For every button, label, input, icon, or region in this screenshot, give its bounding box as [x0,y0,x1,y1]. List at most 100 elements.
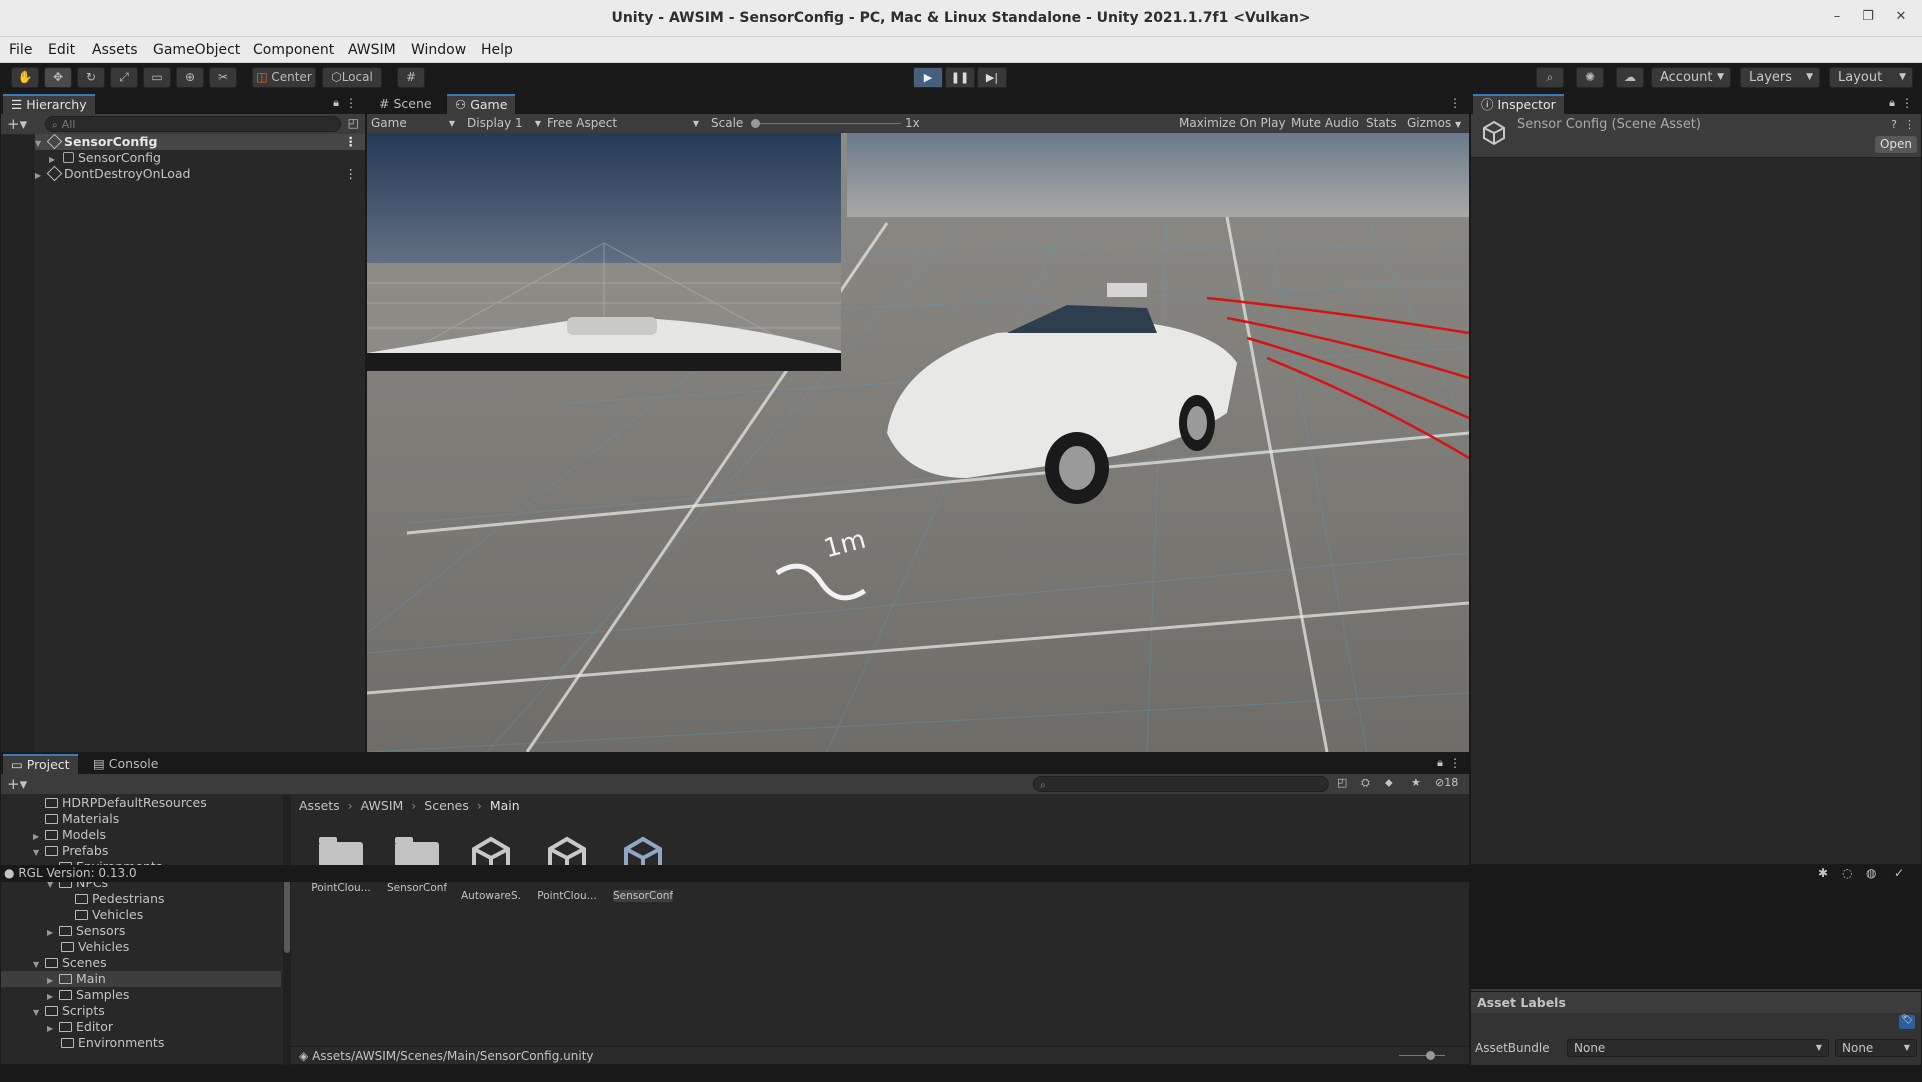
minimize-button[interactable]: – [1827,9,1847,27]
menu-file[interactable]: File [9,42,32,58]
pivot-local-button[interactable]: ⬡Local [322,67,382,88]
tree-item[interactable]: ▶ Sensors [47,923,125,939]
rotate-tool-icon[interactable]: ↻ [77,67,105,88]
tree-item[interactable]: Pedestrians [75,891,165,907]
asset-item[interactable]: SensorConf... [387,834,447,894]
scale-slider-handle[interactable] [751,119,760,128]
tree-item[interactable]: ▶ Models [33,827,106,843]
more-icon[interactable]: ⋮ [1901,96,1913,110]
tree-item[interactable]: Materials [45,811,119,827]
more-icon[interactable]: ⋮ [345,166,358,182]
scene-visibility-icon[interactable]: ◰ [348,116,359,130]
snap-grid-icon[interactable]: # [397,67,425,88]
step-button[interactable]: ▶| [977,67,1007,88]
breadcrumb-scenes[interactable]: Scenes [424,798,469,813]
maximize-on-play-toggle[interactable]: Maximize On Play [1179,114,1286,133]
assetbundle-variant-dropdown[interactable]: None ▼ [1835,1039,1917,1057]
tree-item[interactable]: Environments [61,1035,164,1051]
auto-generate-lighting-icon[interactable]: ◍ [1866,865,1876,882]
breadcrumb-main[interactable]: Main [490,798,520,813]
mute-audio-toggle[interactable]: Mute Audio [1291,114,1359,133]
game-render-viewport[interactable]: 1m [367,133,1469,752]
lock-icon[interactable]: 🔒︎ [1437,756,1443,770]
tree-item-selected[interactable]: ▶ Main [1,971,281,987]
tree-item[interactable]: HDRPDefaultResources [45,795,207,811]
tree-item[interactable]: ▶ Editor [47,1019,113,1035]
more-icon[interactable]: ⋮ [345,134,358,150]
breadcrumb-awsim[interactable]: AWSIM [361,798,404,813]
tree-item[interactable]: Vehicles [75,907,143,923]
more-icon[interactable]: ⋮ [345,96,357,110]
add-icon[interactable]: +▾ [7,115,27,133]
tab-scene[interactable]: # Scene [371,94,440,114]
pivot-center-button[interactable]: ◫ Center [252,67,316,88]
debug-icon[interactable]: ✱ [1818,865,1828,882]
more-icon[interactable]: ⋮ [1904,118,1915,131]
stats-toggle[interactable]: Stats [1366,114,1397,133]
move-tool-icon[interactable]: ✥ [44,67,72,88]
assetbundle-dropdown[interactable]: None ▼ [1567,1039,1829,1057]
hidden-packages-toggle[interactable]: ⊘18 [1435,776,1458,789]
lock-icon[interactable]: 🔒︎ [333,96,339,110]
scale-slider[interactable] [753,123,901,124]
tree-item[interactable]: ▼ Prefabs [33,843,108,859]
menu-awsim[interactable]: AWSIM [348,42,396,58]
icon-size-slider-handle[interactable] [1426,1051,1435,1060]
tree-item[interactable]: ▶ Samples [47,987,129,1003]
check-icon[interactable]: ✓ [1894,865,1904,882]
game-mode-dropdown[interactable]: Game ▼ [371,114,459,133]
tree-item[interactable]: ▼ Scenes [33,955,107,971]
rect-tool-icon[interactable]: ▭ [143,67,171,88]
close-button[interactable]: ✕ [1891,9,1911,27]
progress-icon[interactable]: ◌ [1842,865,1852,882]
tab-hierarchy[interactable]: ☰ Hierarchy [3,94,95,114]
tree-item[interactable]: Vehicles [61,939,129,955]
help-icon[interactable]: ? [1891,118,1897,131]
menu-window[interactable]: Window [411,42,466,58]
more-icon[interactable]: ⋮ [1449,96,1461,110]
account-dropdown[interactable]: Account ▼ [1651,67,1731,88]
hierarchy-item-dontdestroy[interactable]: ▶ DontDestroyOnLoad ⋮ [35,165,365,182]
hierarchy-item-scene[interactable]: ▼ SensorConfig ⋮ [35,133,365,150]
tree-scrollbar-thumb[interactable] [284,873,290,953]
lock-icon[interactable]: 🔒︎ [1889,96,1895,110]
tree-scrollbar[interactable] [283,795,291,1065]
icon-size-slider[interactable] [1399,1055,1445,1056]
tab-project[interactable]: ▭ Project [3,754,78,774]
menu-help[interactable]: Help [481,42,513,58]
label-filter-icon[interactable]: ⬥ [1385,776,1393,790]
layers-dropdown[interactable]: Layers ▼ [1740,67,1820,88]
tab-inspector[interactable]: ⓘ Inspector [1473,94,1564,114]
menu-edit[interactable]: Edit [48,42,75,58]
search-icon[interactable]: ⌕ [1536,67,1564,88]
more-icon[interactable]: ⋮ [1449,756,1461,770]
cloud-icon[interactable]: ☁ [1616,67,1644,88]
scale-tool-icon[interactable]: ⤢ [110,67,138,88]
hierarchy-search-input[interactable]: ⌕ All [45,116,341,132]
asset-item[interactable]: PointClou... [311,834,371,894]
breadcrumb-assets[interactable]: Assets [299,798,340,813]
collab-icon[interactable]: ✺ [1576,67,1604,88]
play-button[interactable]: ▶ [913,67,943,88]
hierarchy-item-object[interactable]: ▶ SensorConfig [35,150,365,166]
aspect-dropdown[interactable]: Free Aspect ▼ [547,114,703,133]
hand-tool-icon[interactable]: ✋ [11,67,39,88]
tab-game[interactable]: ⚇ Game [447,94,516,114]
tag-icon[interactable]: 🏷︎ [1899,1015,1915,1029]
transform-tool-icon[interactable]: ⊕ [176,67,204,88]
menu-component[interactable]: Component [253,42,334,58]
layout-dropdown[interactable]: Layout ▼ [1829,67,1913,88]
pause-button[interactable]: ❚❚ [945,67,975,88]
search-type-icon[interactable]: ◰ [1337,776,1347,789]
custom-tool-icon[interactable]: ✂ [209,67,237,88]
filter-type-icon[interactable]: ⛭ [1361,776,1370,790]
menu-gameobject[interactable]: GameObject [153,42,240,58]
display-dropdown[interactable]: Display 1 ▼ [467,114,543,133]
gizmos-dropdown[interactable]: Gizmos ▼ [1407,114,1461,134]
tab-console[interactable]: ▤ Console [85,754,166,774]
menu-assets[interactable]: Assets [92,42,138,58]
open-button[interactable]: Open [1875,136,1917,153]
tree-item[interactable]: ▼ Scripts [33,1003,105,1019]
restore-button[interactable]: ❐ [1858,9,1878,27]
favorite-icon[interactable]: ★ [1411,776,1421,789]
